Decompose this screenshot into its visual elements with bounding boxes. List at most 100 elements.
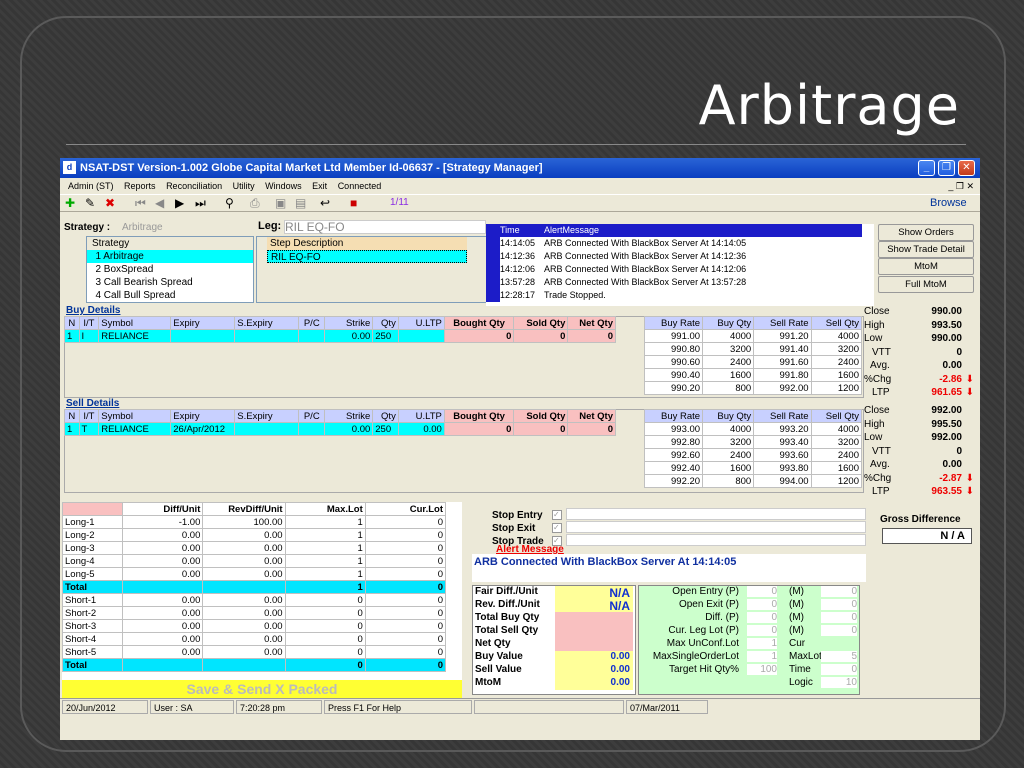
add-icon[interactable]: ✚ (65, 195, 75, 211)
minimize-icon[interactable]: _ (918, 160, 935, 176)
col-bought: Bought Qty (443, 409, 515, 423)
col-ultp: U.LTP (397, 316, 445, 330)
cell: 0 (364, 658, 447, 672)
delete-icon[interactable]: ✖ (105, 195, 115, 211)
cell: 0 (513, 329, 569, 343)
first-record-icon[interactable]: ⏮ (135, 195, 146, 211)
cancel-icon[interactable]: ▤ (295, 195, 306, 211)
next-record-icon[interactable]: ▶ (175, 195, 184, 211)
table-row[interactable]: Short-2 0.00 0.00 0 0 (61, 606, 447, 620)
mdi-controls[interactable]: _ ❐ ✕ (948, 178, 974, 194)
last-record-icon[interactable]: ⏭ (195, 195, 206, 211)
find-icon[interactable]: ⚲ (225, 195, 234, 211)
col-net: Net Qty (567, 316, 616, 330)
cell (234, 329, 300, 343)
cell: 993.80 (753, 461, 812, 475)
grid-header: N I/T Symbol Expiry S.Expiry P/C Strike Qty U.LT… (64, 409, 616, 423)
cell: 1 (64, 329, 80, 343)
cell: 0 (364, 645, 447, 659)
menu-item-exit[interactable]: Exit (312, 178, 327, 194)
buy-grid[interactable]: N I/T Symbol Expiry S.Expiry P/C Strike Qty U.LT… (64, 316, 616, 343)
menu-item-connected[interactable]: Connected (338, 178, 382, 194)
step-list-header: Step Description (267, 237, 467, 250)
list-item[interactable]: 1 Arbitrage (87, 250, 253, 263)
cell (298, 329, 326, 343)
menu-item-admin[interactable]: Admin (ST) (68, 178, 114, 194)
table-row[interactable]: Short-3 0.00 0.00 0 0 (61, 619, 447, 633)
list-item[interactable]: 14:12:06 ARB Connected With BlackBox Serv… (486, 263, 862, 276)
entry-m-label: (M) (789, 586, 804, 597)
show-orders-button[interactable]: Show Orders (878, 224, 974, 241)
restore-icon[interactable]: ❐ (938, 160, 955, 176)
cell: 991.60 (753, 355, 812, 369)
buy-depth-table[interactable]: Buy Rate Buy Qty Sell Rate Sell Qty 991.00 4… (643, 316, 863, 395)
stop-entry-checkbox[interactable]: ✓ (552, 510, 562, 520)
table-row[interactable]: Long-4 0.00 0.00 1 0 (61, 554, 447, 568)
previous-record-icon[interactable]: ◀ (155, 195, 164, 211)
list-item[interactable]: 12:28:17 Trade Stopped. (486, 289, 862, 302)
mtom-button[interactable]: MtoM (878, 258, 974, 275)
strategy-list[interactable]: Strategy 1 Arbitrage 2 BoxSpread 3 Call … (86, 236, 254, 303)
summary-value: 0 (555, 638, 633, 651)
stop-exit-field[interactable] (566, 521, 866, 533)
table-row[interactable]: Short-4 0.00 0.00 0 0 (61, 632, 447, 646)
browse-link[interactable]: Browse (930, 195, 967, 211)
table-row[interactable]: Long-5 0.00 0.00 1 0 (61, 567, 447, 581)
save-icon[interactable]: ▣ (275, 195, 286, 211)
summary-row: Total Buy Qty 0 (473, 612, 635, 625)
list-item[interactable]: 2 BoxSpread (87, 263, 253, 276)
stop-trade-field[interactable] (566, 534, 866, 546)
quote-low: Low 990.00 (864, 333, 962, 344)
list-item[interactable]: 13:57:28 ARB Connected With BlackBox Serv… (486, 276, 862, 289)
step-description-list[interactable]: Step Description RIL EQ-FO (256, 236, 488, 303)
sell-grid[interactable]: N I/T Symbol Expiry S.Expiry P/C Strike Qty U.LT… (64, 409, 616, 436)
table-row[interactable]: 1 T RELIANCE 26/Apr/2012 0.00 250 0.00 0 0 0 (64, 422, 616, 436)
cell: 1600 (702, 461, 755, 475)
print-icon[interactable]: ⎙ (250, 195, 260, 211)
edit-icon[interactable]: ✎ (85, 195, 95, 211)
entry-m-value: 0 (821, 625, 857, 636)
menu-item-utility[interactable]: Utility (233, 178, 255, 194)
undo-icon[interactable]: ↩ (320, 195, 330, 211)
list-item[interactable]: 4 Call Bull Spread (87, 289, 253, 302)
quote-ltp: LTP 963.55 ⬇ (872, 486, 974, 497)
cell: 0 (284, 645, 366, 659)
menu-item-reports[interactable]: Reports (124, 178, 156, 194)
leg-input[interactable]: RIL EQ-FO (284, 220, 486, 234)
full-mtom-button[interactable]: Full MtoM (878, 276, 974, 293)
table-row[interactable]: Short-1 0.00 0.00 0 0 (61, 593, 447, 607)
menu-item-reconciliation[interactable]: Reconciliation (166, 178, 222, 194)
stop-exit-checkbox[interactable]: ✓ (552, 523, 562, 533)
list-item[interactable]: 14:14:05 ARB Connected With BlackBox Serv… (486, 237, 862, 250)
list-item[interactable]: 14:12:36 ARB Connected With BlackBox Serv… (486, 250, 862, 263)
table-row[interactable]: Long-3 0.00 0.00 1 0 (61, 541, 447, 555)
quote-close: Close 990.00 (864, 306, 962, 317)
alert-log[interactable]: Time AlertMessage 14:14:05 ARB Connected W… (486, 224, 874, 306)
down-arrow-icon: ⬇ (965, 486, 974, 497)
entry-value: 0 (747, 612, 777, 623)
sell-depth-table[interactable]: Buy Rate Buy Qty Sell Rate Sell Qty 993.00 4… (643, 409, 863, 488)
entry-m-label: Cur (789, 638, 806, 649)
entry-label: Cur. Leg Lot (P) (668, 625, 739, 636)
cell: 0.00 (202, 619, 286, 633)
col-expiry: Expiry (170, 409, 236, 423)
table-row[interactable]: Long-2 0.00 0.00 1 0 (61, 528, 447, 542)
table-row[interactable]: Short-5 0.00 0.00 0 0 (61, 645, 447, 659)
table-row[interactable]: Long-1 -1.00 100.00 1 0 (61, 515, 447, 529)
show-trade-detail-button[interactable]: Show Trade Detail (878, 241, 974, 258)
table-row[interactable]: Total 1 0 (61, 580, 447, 594)
cell: I (78, 329, 100, 343)
menu-item-windows[interactable]: Windows (265, 178, 302, 194)
lots-table[interactable]: Diff/Unit RevDiff/Unit Max.Lot Cur.Lot Long… (61, 502, 447, 672)
table-row[interactable]: 1 I RELIANCE 0.00 250 0 0 0 (64, 329, 616, 343)
cell: 0 (284, 619, 366, 633)
close-icon[interactable]: ✕ (958, 160, 975, 176)
entry-value: 1 (747, 638, 777, 649)
grid-header: Diff/Unit RevDiff/Unit Max.Lot Cur.Lot (61, 502, 447, 516)
table-row[interactable]: Total 0 0 (61, 658, 447, 672)
list-item[interactable]: 3 Call Bearish Spread (87, 276, 253, 289)
save-send-packed-button[interactable]: Save & Send X Packed (62, 680, 462, 698)
close-form-icon[interactable]: ■ (350, 195, 357, 211)
list-item[interactable]: RIL EQ-FO (267, 250, 467, 263)
stop-entry-field[interactable] (566, 508, 866, 520)
